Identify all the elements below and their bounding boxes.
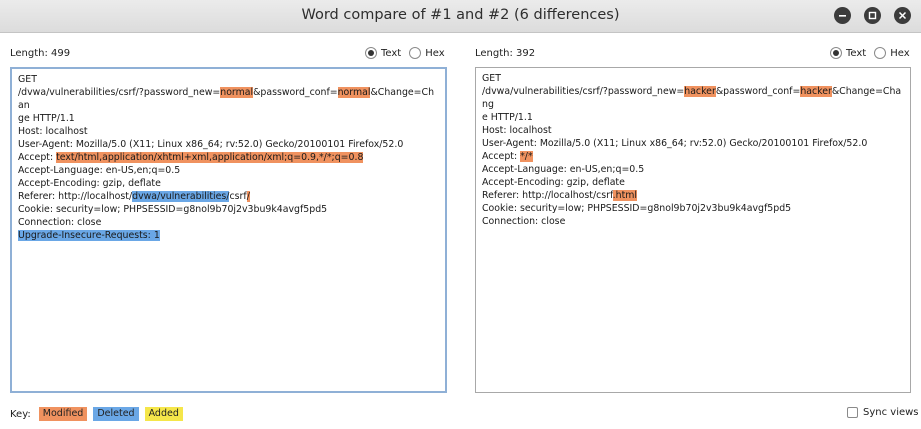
text-line: Connection: close [18, 216, 439, 229]
text-line: Accept-Encoding: gzip, deflate [482, 176, 904, 189]
text-segment: csrf [229, 191, 247, 202]
text-segment: &password_conf= [253, 87, 338, 98]
text-line: /dvwa/vulnerabilities/csrf/?password_new… [18, 86, 439, 112]
text-line: Host: localhost [482, 124, 904, 137]
text-line: GET [18, 73, 439, 86]
diff-key: Key: Modified Deleted Added [10, 407, 189, 421]
modified-segment: text/html,application/xhtml+xml,applicat… [56, 152, 364, 163]
key-deleted: Deleted [93, 407, 139, 421]
text-segment: Connection: close [18, 217, 102, 228]
text-line: /dvwa/vulnerabilities/csrf/?password_new… [482, 85, 904, 111]
left-request-text[interactable]: GET/dvwa/vulnerabilities/csrf/?password_… [10, 67, 447, 393]
key-modified: Modified [38, 407, 88, 421]
left-text-radio[interactable] [365, 47, 377, 59]
left-length-label: Length: 499 [10, 48, 71, 59]
text-line: Cookie: security=low; PHPSESSID=g8nol9b7… [482, 202, 904, 215]
modified-segment: normal [220, 87, 254, 98]
maximize-icon [868, 11, 877, 20]
text-segment: Connection: close [482, 216, 566, 227]
text-segment: e HTTP/1.1 [482, 112, 533, 123]
text-line: Accept-Language: en-US,en;q=0.5 [18, 164, 439, 177]
minimize-icon [839, 15, 846, 17]
key-label: Key: [10, 408, 31, 420]
text-segment: Referer: http://localhost/ [18, 191, 133, 202]
modified-segment: hacker [684, 86, 716, 97]
sync-views-label: Sync views [863, 407, 919, 418]
right-hex-radio[interactable] [874, 47, 887, 59]
text-line: Accept-Language: en-US,en;q=0.5 [482, 163, 904, 176]
right-view-mode: Text Hex [830, 47, 918, 59]
right-hex-radio-label: Hex [890, 47, 910, 59]
text-segment: Accept-Encoding: gzip, deflate [18, 178, 161, 189]
window-title: Word compare of #1 and #2 (6 differences… [301, 7, 620, 23]
text-segment: User-Agent: Mozilla/5.0 (X11; Linux x86_… [482, 138, 868, 149]
left-text-radio-label: Text [381, 47, 402, 59]
text-segment: Referer: http://localhost/csrf [482, 190, 613, 201]
modified-segment: hacker [800, 86, 832, 97]
text-segment: Host: localhost [482, 125, 552, 136]
maximize-button[interactable] [864, 7, 881, 24]
text-segment: Accept-Language: en-US,en;q=0.5 [482, 164, 645, 175]
close-button[interactable] [894, 7, 911, 24]
left-hex-radio-label: Hex [425, 47, 445, 59]
text-line: Upgrade-Insecure-Requests: 1 [18, 229, 439, 242]
text-line: Referer: http://localhost/csrf.html [482, 189, 904, 202]
text-segment: Accept: [18, 152, 57, 163]
right-length-label: Length: 392 [475, 48, 536, 59]
text-segment: /dvwa/vulnerabilities/csrf/?password_new… [18, 87, 221, 98]
text-segment: &password_conf= [715, 86, 801, 97]
text-segment: User-Agent: Mozilla/5.0 (X11; Linux x86_… [18, 139, 404, 150]
text-line: Host: localhost [18, 125, 439, 138]
deleted-segment: Upgrade-Insecure-Requests: 1 [18, 230, 160, 241]
left-view-mode: Text Hex [365, 47, 453, 59]
text-segment: Cookie: security=low; PHPSESSID=g8nol9b7… [482, 203, 792, 214]
title-bar: Word compare of #1 and #2 (6 differences… [0, 0, 921, 33]
text-segment: Accept-Language: en-US,en;q=0.5 [18, 165, 181, 176]
text-line: Connection: close [482, 215, 904, 228]
text-segment: ge HTTP/1.1 [18, 113, 75, 124]
text-line: ge HTTP/1.1 [18, 112, 439, 125]
text-line: User-Agent: Mozilla/5.0 (X11; Linux x86_… [482, 137, 904, 150]
text-segment: Cookie: security=low; PHPSESSID=g8nol9b7… [18, 204, 328, 215]
sync-views-checkbox[interactable] [847, 407, 858, 418]
text-segment: Accept: [482, 151, 521, 162]
text-line: Accept: text/html,application/xhtml+xml,… [18, 151, 439, 164]
text-line: Referer: http://localhost/dvwa/vulnerabi… [18, 190, 439, 203]
text-line: Cookie: security=low; PHPSESSID=g8nol9b7… [18, 203, 439, 216]
text-segment: GET [18, 74, 37, 85]
modified-segment: / [246, 191, 250, 202]
right-text-radio[interactable] [830, 47, 842, 59]
modified-segment: normal [337, 87, 371, 98]
left-hex-radio[interactable] [409, 47, 422, 59]
sync-views-control[interactable]: Sync views [847, 407, 919, 418]
text-segment: Host: localhost [18, 126, 88, 137]
key-added: Added [144, 407, 183, 421]
deleted-segment: dvwa/vulnerabilities/ [132, 191, 230, 202]
text-segment: Accept-Encoding: gzip, deflate [482, 177, 625, 188]
text-segment: /dvwa/vulnerabilities/csrf/?password_new… [482, 86, 685, 97]
modified-segment: */* [520, 151, 533, 162]
text-line: Accept: */* [482, 150, 904, 163]
right-request-text[interactable]: GET/dvwa/vulnerabilities/csrf/?password_… [475, 67, 911, 393]
minimize-button[interactable] [834, 7, 851, 24]
text-line: User-Agent: Mozilla/5.0 (X11; Linux x86_… [18, 138, 439, 151]
right-text-radio-label: Text [846, 47, 867, 59]
text-line: GET [482, 72, 904, 85]
text-segment: GET [482, 73, 501, 84]
modified-segment: .html [612, 190, 637, 201]
close-icon [898, 11, 907, 20]
text-line: Accept-Encoding: gzip, deflate [18, 177, 439, 190]
text-line: e HTTP/1.1 [482, 111, 904, 124]
